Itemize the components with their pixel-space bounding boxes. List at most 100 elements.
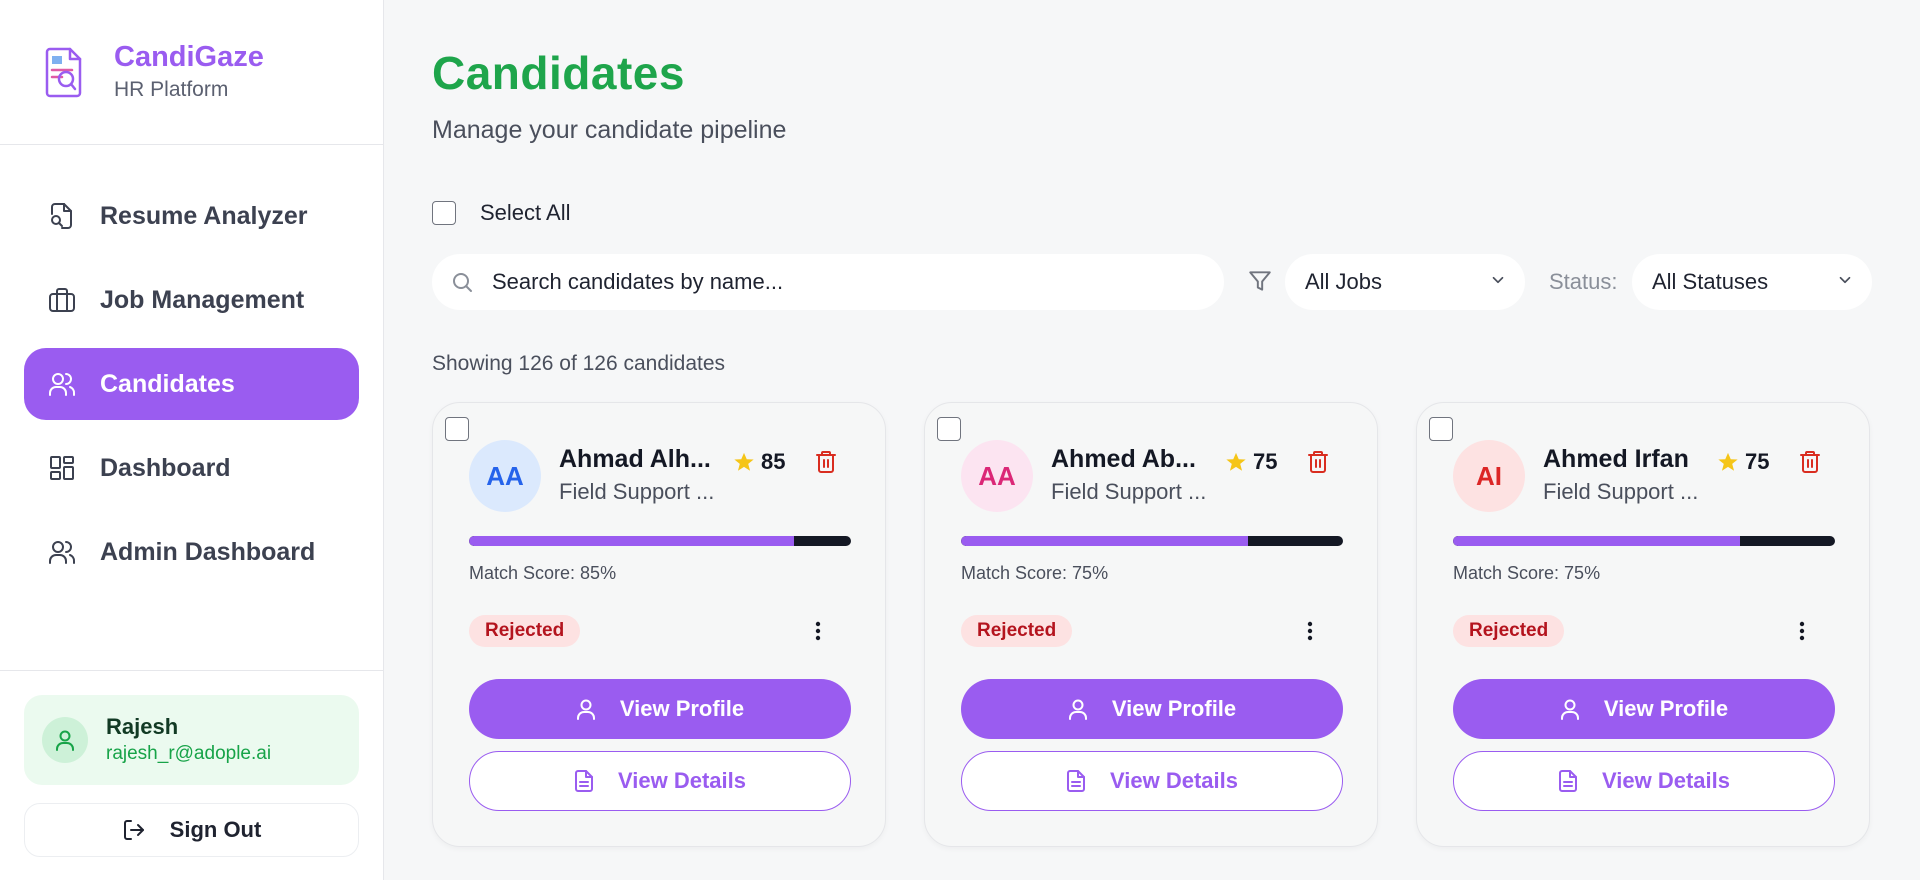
star-icon xyxy=(733,451,755,473)
more-options-button[interactable] xyxy=(1799,621,1805,641)
match-score-bar xyxy=(1453,536,1835,546)
candidate-name: Ahmad Alh... xyxy=(559,445,711,473)
delete-candidate-button[interactable] xyxy=(1799,450,1821,474)
file-text-icon xyxy=(1558,769,1578,793)
user-name: Rajesh xyxy=(106,714,179,739)
sidebar: CandiGaze HR Platform Resume Analyzer Jo… xyxy=(0,0,384,880)
trash-icon xyxy=(816,451,836,473)
delete-candidate-button[interactable] xyxy=(815,450,837,474)
star-icon xyxy=(1717,451,1739,473)
candidate-role: Field Support ... xyxy=(559,479,715,504)
chevron-down-icon xyxy=(1836,269,1854,295)
sidebar-item-label: Admin Dashboard xyxy=(100,537,316,566)
select-all-checkbox[interactable] xyxy=(432,201,456,225)
rating-value: 85 xyxy=(761,449,786,474)
view-details-button[interactable]: View Details xyxy=(1453,751,1835,811)
more-vertical-icon xyxy=(1307,621,1313,641)
sidebar-item-job-management[interactable]: Job Management xyxy=(24,264,359,336)
status-filter-label: Status: xyxy=(1549,269,1618,294)
sign-out-label: Sign Out xyxy=(169,817,262,842)
user-card: Rajesh rajesh_r@adople.ai xyxy=(24,695,359,785)
more-options-button[interactable] xyxy=(1307,621,1313,641)
rating-value: 75 xyxy=(1745,449,1770,474)
jobs-filter-select[interactable]: All Jobs xyxy=(1285,254,1525,310)
users-icon xyxy=(48,370,76,398)
sidebar-item-dashboard[interactable]: Dashboard xyxy=(24,432,359,504)
sidebar-item-label: Candidates xyxy=(100,369,235,398)
page-subtitle: Manage your candidate pipeline xyxy=(432,116,787,144)
chevron-down-icon xyxy=(1489,269,1507,295)
filter-toolbar: All Jobs Status: All Statuses xyxy=(432,254,1872,310)
sidebar-item-resume-analyzer[interactable]: Resume Analyzer xyxy=(24,180,359,252)
view-details-label: View Details xyxy=(1602,768,1730,793)
status-badge: Rejected xyxy=(961,615,1073,647)
match-score-fill xyxy=(469,536,794,546)
view-details-button[interactable]: View Details xyxy=(961,751,1343,811)
match-score-bar xyxy=(469,536,851,546)
candidate-select-checkbox[interactable] xyxy=(937,417,961,441)
trash-icon xyxy=(1308,451,1328,473)
user-email: rajesh_r@adople.ai xyxy=(106,743,272,764)
view-profile-label: View Profile xyxy=(1603,696,1729,721)
match-score-fill xyxy=(1453,536,1740,546)
candidate-card: AA Ahmad Alh... Field Support ... 85 Mat… xyxy=(432,402,886,847)
candidate-rating: 75 xyxy=(1225,449,1277,475)
users-icon xyxy=(48,538,76,566)
sidebar-item-candidates[interactable]: Candidates xyxy=(24,348,359,420)
candidate-avatar: AA xyxy=(469,440,541,512)
match-score-fill xyxy=(961,536,1248,546)
page-title: Candidates xyxy=(432,47,685,99)
match-score-text: Match Score: 85% xyxy=(469,563,617,583)
delete-candidate-button[interactable] xyxy=(1307,450,1329,474)
sidebar-item-admin-dashboard[interactable]: Admin Dashboard xyxy=(24,516,359,588)
candidate-name: Ahmed Irfan xyxy=(1543,445,1689,473)
dashboard-grid-icon xyxy=(48,454,76,482)
search-icon xyxy=(450,270,474,294)
search-box[interactable] xyxy=(432,254,1224,310)
view-details-button[interactable]: View Details xyxy=(469,751,851,811)
view-profile-button[interactable]: View Profile xyxy=(961,679,1343,739)
sidebar-item-label: Dashboard xyxy=(100,453,231,482)
file-search-icon xyxy=(48,202,76,230)
candidate-cards: AA Ahmad Alh... Field Support ... 85 Mat… xyxy=(432,402,1870,847)
more-options-button[interactable] xyxy=(815,621,821,641)
brand-title: CandiGaze xyxy=(114,41,264,73)
rating-value: 75 xyxy=(1253,449,1278,474)
candidate-card: AA Ahmed Ab... Field Support ... 75 Matc… xyxy=(924,402,1378,847)
status-filter-value: All Statuses xyxy=(1652,269,1769,294)
brand: CandiGaze HR Platform xyxy=(0,0,383,145)
match-score-bar xyxy=(961,536,1343,546)
candidate-rating: 85 xyxy=(733,449,785,475)
status-filter-select[interactable]: All Statuses xyxy=(1632,254,1872,310)
view-profile-button[interactable]: View Profile xyxy=(1453,679,1835,739)
sign-out-button[interactable]: Sign Out xyxy=(24,803,359,857)
results-count: Showing 126 of 126 candidates xyxy=(432,352,726,375)
status-badge: Rejected xyxy=(1453,615,1565,647)
candidate-name: Ahmed Ab... xyxy=(1051,445,1196,473)
more-vertical-icon xyxy=(815,621,821,641)
candidate-avatar: AA xyxy=(961,440,1033,512)
candidate-avatar: AI xyxy=(1453,440,1525,512)
user-icon xyxy=(576,698,596,720)
filter-icon xyxy=(1247,268,1273,294)
view-details-label: View Details xyxy=(1110,768,1238,793)
user-avatar-icon xyxy=(42,717,88,763)
candidate-role: Field Support ... xyxy=(1543,479,1699,504)
view-profile-label: View Profile xyxy=(1111,696,1237,721)
view-profile-button[interactable]: View Profile xyxy=(469,679,851,739)
candidate-rating: 75 xyxy=(1717,449,1769,475)
more-vertical-icon xyxy=(1799,621,1805,641)
sidebar-nav: Resume Analyzer Job Management Candidate… xyxy=(24,180,359,600)
candidate-select-checkbox[interactable] xyxy=(445,417,469,441)
select-all[interactable]: Select All xyxy=(432,200,571,226)
briefcase-icon xyxy=(48,286,76,314)
jobs-filter-value: All Jobs xyxy=(1305,269,1383,294)
file-text-icon xyxy=(574,769,594,793)
user-icon xyxy=(1560,698,1580,720)
match-score-text: Match Score: 75% xyxy=(961,563,1109,583)
match-score-text: Match Score: 75% xyxy=(1453,563,1601,583)
search-input[interactable] xyxy=(492,269,1192,295)
select-all-label: Select All xyxy=(480,200,571,225)
brand-subtitle: HR Platform xyxy=(114,78,229,101)
candidate-select-checkbox[interactable] xyxy=(1429,417,1453,441)
